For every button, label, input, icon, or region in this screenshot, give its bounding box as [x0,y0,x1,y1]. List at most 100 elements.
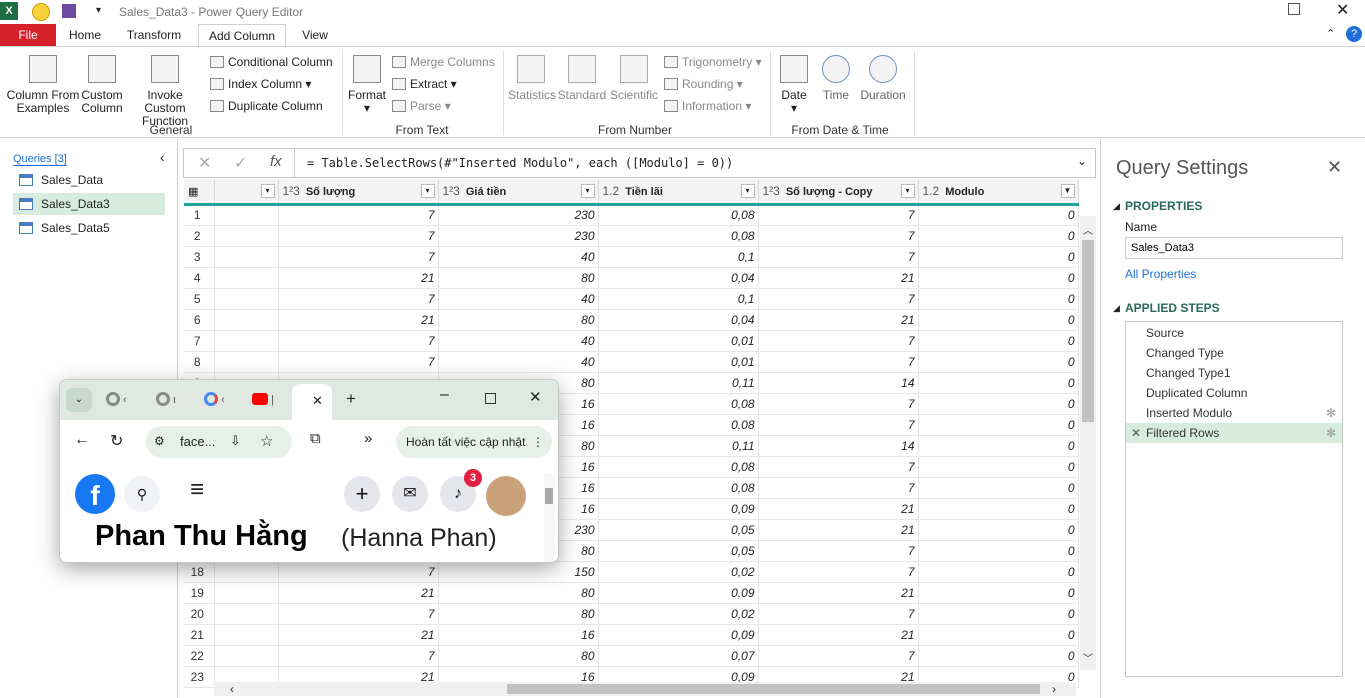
minimize-icon[interactable]: – [440,386,449,404]
row-number[interactable]: 18 [184,561,215,583]
address-bar[interactable]: ⚙ face... ⇩ ☆ [146,426,292,458]
table-cell[interactable]: 0 [918,519,1079,541]
table-cell[interactable]: 0 [918,540,1079,562]
table-cell[interactable] [214,309,279,331]
table-cell[interactable]: 0 [918,204,1079,226]
table-cell[interactable]: 21 [758,582,919,604]
table-cell[interactable]: 0 [918,414,1079,436]
dropdown-icon[interactable]: ▾ [420,184,435,199]
extract-button[interactable]: Extract ▾ [392,75,457,93]
row-number[interactable]: 1 [184,204,215,226]
table-cell[interactable]: 150 [438,561,599,583]
table-cell[interactable] [214,561,279,583]
table-cell[interactable]: 7 [278,645,439,667]
table-cell[interactable]: 0 [918,477,1079,499]
custom-column-button[interactable]: Custom Column [80,55,124,115]
kebab-menu-icon[interactable]: ⋮ [532,426,544,458]
row-number[interactable]: 19 [184,582,215,604]
dropdown-icon[interactable]: ▾ [900,184,915,199]
row-number[interactable]: 22 [184,645,215,667]
column-from-examples-button[interactable]: Column From Examples [6,55,80,115]
restore-icon[interactable] [1288,3,1300,15]
table-cell[interactable]: 7 [758,414,919,436]
table-cell[interactable]: 7 [278,330,439,352]
table-cell[interactable]: 0 [918,456,1079,478]
merge-columns-button[interactable]: Merge Columns [392,53,495,71]
column-header[interactable]: ▾ 1²3 Giá tiền [438,180,599,206]
time-button[interactable]: Time [818,55,854,102]
search-icon[interactable]: ⚲ [124,476,160,512]
table-cell[interactable]: 0 [918,351,1079,373]
table-cell[interactable]: 7 [758,603,919,625]
google-tab[interactable]: ‹ [204,388,234,412]
table-cell[interactable]: 0,11 [598,372,759,394]
index-column-button[interactable]: Index Column ▾ [210,75,311,93]
step-changed-type1[interactable]: Changed Type1 [1126,363,1342,383]
table-cell[interactable]: 7 [278,204,439,226]
table-cell[interactable]: 0 [918,288,1079,310]
table-cell[interactable]: 0,02 [598,603,759,625]
filter-icon[interactable]: ▼ [1060,184,1075,199]
row-number[interactable]: 21 [184,624,215,646]
more-tools-icon[interactable]: » [364,430,372,447]
table-cell[interactable]: 7 [278,246,439,268]
table-cell[interactable]: 0,01 [598,330,759,352]
dropdown-icon[interactable]: ▾ [260,184,275,199]
close-icon[interactable]: ✕ [1336,0,1349,20]
trigonometry-button[interactable]: Trigonometry ▾ [664,53,762,71]
avatar[interactable] [486,476,526,516]
table-cell[interactable]: 0,09 [598,498,759,520]
page-scrollbar[interactable] [544,474,554,562]
collapse-ribbon-icon[interactable]: ⌃ [1326,27,1335,40]
dropdown-icon[interactable]: ▾ [740,184,755,199]
row-number[interactable]: 2 [184,225,215,247]
information-button[interactable]: Information ▾ [664,97,751,115]
formula-text[interactable]: = Table.SelectRows(#"Inserted Modulo", e… [307,156,733,170]
table-cell[interactable] [214,267,279,289]
active-tab[interactable]: ✕ [292,384,332,420]
messenger-icon[interactable]: ✉ [392,476,428,512]
row-number[interactable]: 4 [184,267,215,289]
tab-transform[interactable]: Transform [118,24,190,46]
table-cell[interactable]: 40 [438,246,599,268]
table-cell[interactable] [214,225,279,247]
row-number[interactable]: 8 [184,351,215,373]
query-item[interactable]: Sales_Data [13,169,165,191]
tab-view[interactable]: View [292,24,338,46]
close-settings-icon[interactable]: ✕ [1327,157,1342,178]
table-menu-icon[interactable]: ▦ [184,180,215,206]
google-tab[interactable]: ‹ [106,388,136,412]
step-changed-type[interactable]: Changed Type [1126,343,1342,363]
all-properties-link[interactable]: All Properties [1125,267,1196,281]
update-button[interactable]: Hoàn tất việc cập nhật ⋮ [396,426,552,458]
table-cell[interactable]: 16 [438,624,599,646]
table-cell[interactable]: 0,11 [598,435,759,457]
table-cell[interactable]: 80 [438,603,599,625]
function-icon[interactable]: fx [270,153,282,170]
name-input[interactable] [1125,237,1343,259]
column-type-icon[interactable]: 1²3 [283,184,300,198]
table-cell[interactable]: 40 [438,288,599,310]
step-source[interactable]: Source [1126,323,1342,343]
table-cell[interactable]: 0,08 [598,414,759,436]
table-cell[interactable]: 21 [278,309,439,331]
table-cell[interactable]: 14 [758,435,919,457]
table-cell[interactable]: 7 [758,246,919,268]
table-cell[interactable]: 0 [918,435,1079,457]
table-cell[interactable]: 21 [758,519,919,541]
table-cell[interactable]: 40 [438,330,599,352]
table-cell[interactable]: 0,08 [598,477,759,499]
table-cell[interactable]: 7 [758,204,919,226]
step-inserted-modulo[interactable]: Inserted Modulo ✻ [1126,403,1342,423]
extensions-icon[interactable]: ⧉ [310,430,321,447]
standard-button[interactable]: Standard [557,55,607,102]
delete-step-icon[interactable]: ✕ [1131,423,1141,443]
table-cell[interactable]: 0 [918,624,1079,646]
table-cell[interactable] [214,288,279,310]
table-cell[interactable]: 7 [278,603,439,625]
table-cell[interactable]: 21 [758,267,919,289]
reload-icon[interactable]: ↻ [110,431,123,451]
install-icon[interactable]: ⇩ [230,433,241,449]
table-cell[interactable]: 21 [278,267,439,289]
step-duplicated-column[interactable]: Duplicated Column [1126,383,1342,403]
